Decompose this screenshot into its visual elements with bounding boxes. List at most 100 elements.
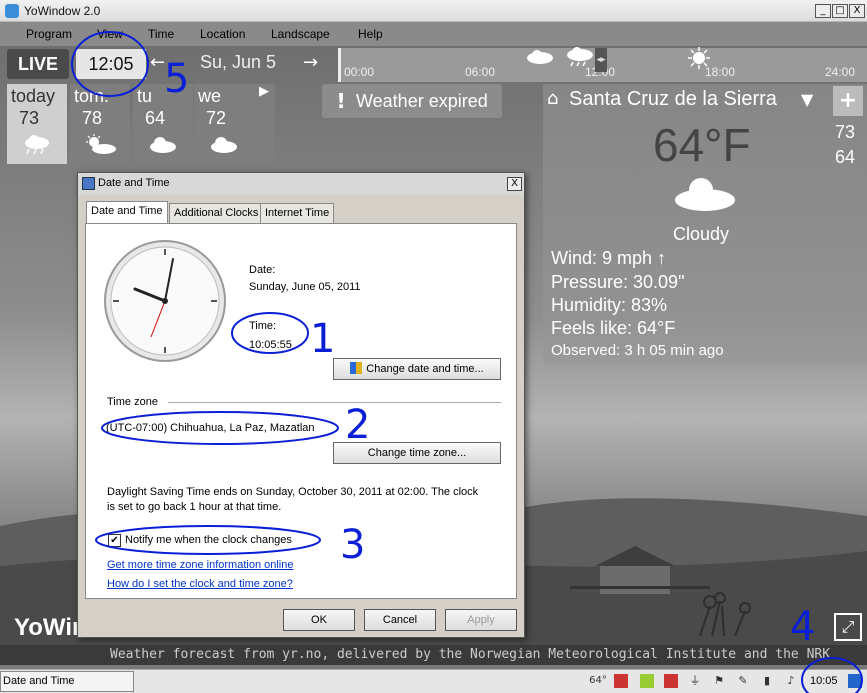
day-temp: 72 <box>206 108 227 128</box>
day-temp: 64 <box>145 108 166 128</box>
date-label: Date: <box>249 264 276 276</box>
timeline-tick: 24:00 <box>825 65 856 79</box>
change-date-time-label: Change date and time... <box>366 363 484 375</box>
location-name[interactable]: Santa Cruz de la Sierra <box>569 88 777 111</box>
menu-view[interactable]: View <box>97 27 123 41</box>
timezone-header: Time zone <box>107 396 158 408</box>
day-temp: 78 <box>82 108 103 128</box>
timezone-info-link[interactable]: Get more time zone information online <box>107 559 293 571</box>
forecast-credit[interactable]: Weather forecast from yr.no, delivered b… <box>110 647 830 662</box>
apply-button[interactable]: Apply <box>445 609 517 631</box>
date-value: Sunday, June 05, 2011 <box>249 281 361 293</box>
tab-additional-clocks[interactable]: Additional Clocks <box>169 203 264 223</box>
pressure-reading: Pressure: 30.09" <box>551 272 685 292</box>
menu-location[interactable]: Location <box>200 27 245 41</box>
time-label: Time: <box>249 320 277 332</box>
time-back-arrow-icon[interactable]: ← <box>150 52 165 73</box>
weather-expired-text: Weather expired <box>356 91 488 111</box>
menu-bar: Program View Time Location Landscape Hel… <box>0 22 867 46</box>
current-weather-panel: ⌂ Santa Cruz de la Sierra ▼ + 64°F 73 64… <box>543 84 867 364</box>
observed-time: Observed: 3 h 05 min ago <box>551 342 724 359</box>
cloud-rain-icon <box>25 135 49 155</box>
yowindow-logo: YoWin <box>14 614 87 641</box>
next-days-arrow-icon[interactable]: ▶ <box>253 84 275 164</box>
dialog-title: Date and Time <box>98 177 170 189</box>
ok-button[interactable]: OK <box>283 609 355 631</box>
tray-bluetooth-icon[interactable]: ✎ <box>736 674 750 688</box>
window-titlebar: YoWindow 2.0 _ □ X <box>0 0 867 22</box>
weather-expired-notice[interactable]: ! Weather expired <box>322 84 502 118</box>
tray-temperature[interactable]: 64° <box>588 674 608 688</box>
sun-cloud-icon <box>86 134 116 154</box>
current-time-display[interactable]: 12:05 <box>76 49 146 79</box>
tray-app-icon[interactable] <box>640 674 654 688</box>
day-tile-wednesday[interactable]: we 72 <box>194 84 254 164</box>
low-temperature: 64 <box>835 147 856 167</box>
date-time-dialog: Date and Time X Date and Time Additional… <box>77 172 525 638</box>
add-location-button[interactable]: + <box>833 86 863 116</box>
home-icon: ⌂ <box>547 88 559 109</box>
weather-condition: Cloudy <box>673 224 730 244</box>
close-button[interactable]: X <box>849 4 865 18</box>
tray-network-icon[interactable]: ▮ <box>760 674 774 688</box>
change-date-time-button[interactable]: Change date and time... <box>333 358 501 380</box>
show-desktop-icon[interactable] <box>848 674 862 688</box>
tray-clock[interactable]: 10:05 <box>810 675 838 687</box>
calendar-icon <box>82 177 95 190</box>
day-tile-today[interactable]: today 73 <box>7 84 67 164</box>
day-tile-tuesday[interactable]: tu 64 <box>133 84 193 164</box>
menu-help[interactable]: Help <box>358 27 383 41</box>
notify-label[interactable]: Notify me when the clock changes <box>125 534 292 546</box>
timeline-cloud-icon <box>527 50 553 64</box>
high-temperature: 73 <box>835 122 856 142</box>
wind-reading: Wind: 9 mph ↑ <box>551 248 667 268</box>
minimize-button[interactable]: _ <box>815 4 831 18</box>
maximize-button[interactable]: □ <box>832 4 848 18</box>
feels-like-reading: Feels like: 64°F <box>551 318 676 338</box>
tray-antivirus-icon[interactable] <box>664 674 678 688</box>
humidity-reading: Humidity: 83% <box>551 295 668 315</box>
timeline-tick: 06:00 <box>465 65 496 79</box>
tray-usb-icon[interactable]: ⏚ <box>688 674 702 688</box>
fullscreen-icon[interactable]: ⤢ <box>834 613 862 641</box>
tray-flag-icon[interactable]: ⚑ <box>712 674 726 688</box>
dst-notice-line2: is set to go back 1 hour at that time. <box>107 501 282 513</box>
menu-landscape[interactable]: Landscape <box>271 27 330 41</box>
timezone-divider <box>168 402 501 403</box>
date-display: Su, Jun 5 <box>200 52 277 72</box>
tray-volume-icon[interactable]: ♪ <box>784 674 798 688</box>
taskbar-item-date-and-time[interactable]: Date and Time <box>0 671 134 692</box>
timeline-cursor-handle[interactable]: ◂▸ <box>595 48 607 72</box>
tab-internet-time[interactable]: Internet Time <box>260 203 335 223</box>
day-name: today <box>11 86 56 106</box>
cloud-icon <box>150 137 176 153</box>
tab-date-and-time[interactable]: Date and Time <box>86 201 168 223</box>
dst-notice-line1: Daylight Saving Time ends on Sunday, Oct… <box>107 486 479 498</box>
help-clock-link[interactable]: How do I set the clock and time zone? <box>107 578 293 590</box>
credit-bar: Weather forecast from yr.no, delivered b… <box>0 645 867 665</box>
cloud-icon <box>211 137 237 153</box>
warning-icon: ! <box>336 89 346 113</box>
dialog-titlebar: Date and Time X <box>78 173 524 195</box>
app-icon <box>5 4 19 18</box>
location-dropdown-icon[interactable]: ▼ <box>801 90 813 109</box>
time-forward-arrow-icon[interactable]: → <box>303 52 318 73</box>
tray-chart-icon[interactable] <box>614 674 628 688</box>
dialog-close-button[interactable]: X <box>507 177 522 191</box>
cancel-button[interactable]: Cancel <box>364 609 436 631</box>
day-name: tu <box>137 86 153 106</box>
taskbar: Date and Time 64° ⏚ ⚑ ✎ ▮ ♪ 10:05 <box>0 669 867 693</box>
menu-time[interactable]: Time <box>148 27 174 41</box>
time-value: 10:05:55 <box>249 339 292 351</box>
cloud-icon <box>675 178 735 211</box>
day-tile-tomorrow[interactable]: tom. 78 <box>70 84 130 164</box>
current-temperature: 64°F <box>653 119 751 171</box>
analog-clock-icon <box>104 240 226 362</box>
notify-checkbox[interactable]: ✔ <box>108 534 121 547</box>
change-timezone-button[interactable]: Change time zone... <box>333 442 501 464</box>
live-button[interactable]: LIVE <box>7 49 69 79</box>
menu-program[interactable]: Program <box>26 27 72 41</box>
timeline-rain-cloud-icon <box>567 47 593 67</box>
timeline-sun-icon <box>688 47 710 69</box>
window-title: YoWindow 2.0 <box>24 4 101 18</box>
